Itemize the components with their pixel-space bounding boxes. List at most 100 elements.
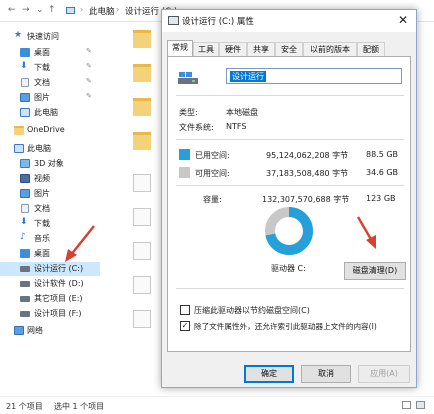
sidebar-item-label: 视频 — [34, 174, 50, 183]
sidebar-item-label: 下载 — [34, 219, 50, 228]
type-value: 本地磁盘 — [226, 108, 258, 117]
dialog-titlebar[interactable]: 设计运行 (C:) 属性 ✕ — [162, 10, 416, 32]
sidebar-item-videos[interactable]: 视频 — [0, 172, 100, 186]
free-space-bytes: 37,183,508,480 字节 — [266, 169, 349, 178]
sidebar-item-label: 音乐 — [34, 234, 50, 243]
divider — [176, 288, 404, 289]
navigation-pane: ★ 快速访问 桌面 ✎ ⬇ 下载 ✎ 文档 ✎ 图片 ✎ 此电脑 OneDriv… — [0, 26, 100, 396]
pin-icon[interactable]: ✎ — [86, 92, 92, 100]
sidebar-item-label: OneDrive — [27, 125, 65, 134]
folder-icon[interactable] — [133, 98, 151, 116]
pictures-icon — [20, 93, 30, 102]
up-icon[interactable]: ↑ — [48, 5, 56, 15]
status-bar: 21 个项目 选中 1 个项目 — [0, 396, 434, 414]
sidebar-item-downloads[interactable]: ⬇ 下载 ✎ — [0, 61, 100, 75]
sidebar-item-quick-access[interactable]: ★ 快速访问 — [0, 30, 100, 44]
back-icon[interactable]: ← — [8, 5, 16, 15]
pin-icon[interactable]: ✎ — [86, 47, 92, 55]
sidebar-item-label: 图片 — [34, 93, 50, 102]
pin-icon[interactable]: ✎ — [86, 77, 92, 85]
videos-icon — [20, 174, 30, 183]
sidebar-item-drive-d[interactable]: 设计软件 (D:) — [0, 277, 100, 291]
sidebar-item-drive-e[interactable]: 其它项目 (E:) — [0, 292, 100, 306]
drive-icon — [20, 266, 30, 272]
forward-icon[interactable]: → — [22, 5, 30, 15]
tab-sharing[interactable]: 共享 — [247, 42, 275, 57]
sidebar-item-documents-pc[interactable]: 文档 — [0, 202, 100, 216]
file-icon[interactable] — [133, 174, 151, 192]
used-space-bytes: 95,124,062,208 字节 — [266, 151, 349, 160]
tab-hardware[interactable]: 硬件 — [219, 42, 247, 57]
filesystem-label: 文件系统: — [179, 123, 214, 132]
properties-dialog: 设计运行 (C:) 属性 ✕ 常规 工具 硬件 共享 安全 以前的版本 配额 设… — [161, 9, 417, 388]
apply-button[interactable]: 应用(A) — [358, 365, 410, 383]
breadcrumb-this-pc[interactable]: 此电脑 — [89, 5, 115, 17]
annotation-arrow-right — [356, 216, 376, 249]
sidebar-item-label: 设计运行 (C:) — [34, 264, 84, 273]
sidebar-item-network[interactable]: 网络 — [0, 324, 100, 338]
sidebar-item-label: 网络 — [27, 326, 43, 335]
sidebar-item-pictures-pc[interactable]: 图片 — [0, 187, 100, 201]
tab-previous-versions[interactable]: 以前的版本 — [303, 42, 357, 57]
item-count: 21 个项目 — [6, 402, 43, 411]
sidebar-item-desktop[interactable]: 桌面 ✎ — [0, 46, 100, 60]
used-space-size: 88.5 GB — [366, 150, 399, 159]
free-space-size: 34.6 GB — [366, 168, 399, 177]
chevron-right-icon: › — [80, 5, 84, 14]
drive-icon — [20, 311, 30, 317]
recent-dropdown-icon[interactable]: ⌄ — [36, 5, 44, 15]
file-icon[interactable] — [133, 310, 151, 328]
free-space-swatch — [179, 167, 190, 178]
capacity-label: 容量: — [203, 195, 222, 204]
file-icon[interactable] — [133, 276, 151, 294]
pin-icon[interactable]: ✎ — [86, 62, 92, 70]
tab-general[interactable]: 常规 — [167, 40, 193, 57]
sidebar-item-3d-objects[interactable]: 3D 对象 — [0, 157, 100, 171]
sidebar-item-this-pc[interactable]: 此电脑 — [0, 142, 100, 156]
compress-checkbox[interactable] — [180, 305, 190, 315]
sidebar-item-pictures[interactable]: 图片 ✎ — [0, 91, 100, 105]
folder-icon[interactable] — [133, 132, 151, 150]
sidebar-item-label: 其它项目 (E:) — [34, 294, 83, 303]
close-icon[interactable]: ✕ — [394, 12, 412, 28]
sidebar-item-onedrive[interactable]: OneDrive — [0, 124, 100, 138]
tab-quota[interactable]: 配额 — [357, 42, 385, 57]
pictures-icon — [20, 189, 30, 198]
file-icon[interactable] — [133, 208, 151, 226]
folder-icon[interactable] — [133, 64, 151, 82]
index-checkbox[interactable]: ✓ — [180, 321, 190, 331]
selected-count: 选中 1 个项目 — [54, 402, 105, 411]
sidebar-item-label: 文档 — [34, 204, 50, 213]
sidebar-item-label: 文档 — [34, 78, 50, 87]
divider — [176, 185, 404, 186]
free-space-label: 可用空间: — [195, 169, 230, 178]
sidebar-item-label: 此电脑 — [27, 144, 51, 153]
sidebar-item-label: 桌面 — [34, 249, 50, 258]
drive-name-value: 设计运行 — [230, 71, 266, 82]
tab-tools[interactable]: 工具 — [193, 42, 219, 57]
details-view-icon[interactable] — [402, 401, 411, 409]
star-icon: ★ — [14, 30, 23, 40]
desktop-icon — [20, 48, 30, 57]
hard-drive-icon — [178, 72, 198, 84]
file-icon[interactable] — [133, 242, 151, 260]
ok-button[interactable]: 确定 — [244, 365, 294, 383]
sidebar-item-drive-f[interactable]: 设计项目 (F:) — [0, 307, 100, 321]
cancel-button[interactable]: 取消 — [301, 365, 351, 383]
computer-icon — [66, 7, 75, 14]
3d-objects-icon — [20, 159, 30, 168]
music-icon: ♪ — [20, 232, 26, 242]
sidebar-item-label: 快速访问 — [27, 32, 59, 41]
folder-icon[interactable] — [133, 30, 151, 48]
sidebar-item-documents[interactable]: 文档 ✎ — [0, 76, 100, 90]
sidebar-item-this-pc-quick[interactable]: 此电脑 — [0, 106, 100, 120]
sidebar-item-drive-c[interactable]: 设计运行 (C:) — [0, 262, 100, 276]
tab-security[interactable]: 安全 — [275, 42, 303, 57]
compress-label: 压缩此驱动器以节约磁盘空间(C) — [194, 306, 310, 315]
drive-icon — [168, 16, 179, 25]
large-icons-view-icon[interactable] — [416, 401, 425, 409]
sidebar-item-label: 桌面 — [34, 48, 50, 57]
disk-cleanup-button[interactable]: 磁盘清理(D) — [344, 262, 406, 280]
download-icon: ⬇ — [20, 61, 28, 71]
drive-name-input[interactable]: 设计运行 — [226, 68, 402, 84]
